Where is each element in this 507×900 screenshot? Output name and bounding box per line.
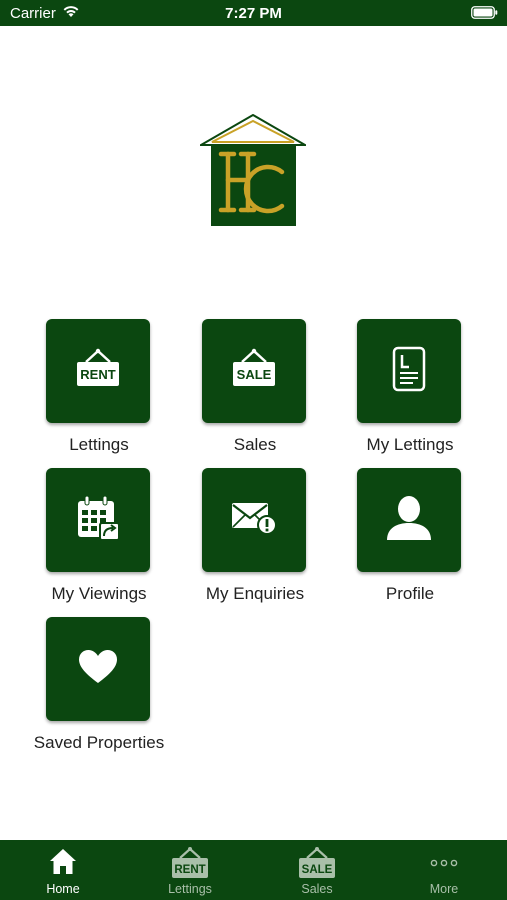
my-viewings-tile-button[interactable]	[46, 468, 150, 572]
menu-item-saved-properties[interactable]: Saved Properties	[34, 617, 164, 752]
sale-sign-icon: SALE	[297, 846, 337, 885]
profile-tile-button[interactable]	[357, 468, 461, 572]
home-icon	[48, 846, 78, 881]
menu-item-label: Profile	[385, 584, 435, 603]
menu-item-lettings[interactable]: RENT Lettings	[46, 319, 152, 454]
tab-home[interactable]: Home	[0, 840, 126, 900]
tab-lettings[interactable]: RENT Lettings	[127, 840, 253, 900]
menu-item-label: Saved Properties	[33, 733, 165, 752]
status-bar: Carrier 7:27 PM	[0, 0, 507, 26]
menu-item-my-enquiries[interactable]: My Enquiries	[202, 468, 308, 603]
my-enquiries-tile-button[interactable]	[202, 468, 306, 572]
saved-properties-tile-button[interactable]	[46, 617, 150, 721]
rent-sign-icon: RENT	[170, 846, 210, 885]
svg-text:SALE: SALE	[302, 864, 333, 876]
heart-icon	[78, 649, 118, 690]
menu-item-my-viewings[interactable]: My Viewings	[46, 468, 152, 603]
menu-item-my-lettings[interactable]: My Lettings	[357, 319, 463, 454]
tab-label: Lettings	[168, 882, 212, 896]
app-logo	[197, 113, 309, 227]
svg-text:SALE: SALE	[237, 367, 272, 382]
tab-label: Home	[46, 882, 80, 896]
tab-label: More	[429, 882, 459, 896]
person-icon	[385, 494, 433, 547]
sale-sign-icon: SALE	[230, 348, 278, 395]
envelope-alert-icon	[230, 500, 278, 541]
tab-bar: Home RENT Lettings SALE Sales More	[0, 840, 507, 900]
sales-tile-button[interactable]: SALE	[202, 319, 306, 423]
my-lettings-tile-button[interactable]	[357, 319, 461, 423]
document-icon	[391, 345, 427, 398]
clock: 7:27 PM	[225, 5, 282, 22]
tab-label: Sales	[301, 882, 333, 896]
battery-icon	[471, 6, 498, 24]
svg-text:RENT: RENT	[80, 367, 115, 382]
tab-sales[interactable]: SALE Sales	[254, 840, 380, 900]
tab-more[interactable]: More	[381, 840, 507, 900]
menu-item-profile[interactable]: Profile	[357, 468, 463, 603]
more-dots-icon	[430, 855, 458, 873]
lettings-tile-button[interactable]: RENT	[46, 319, 150, 423]
calendar-share-icon	[74, 494, 122, 547]
rent-sign-icon: RENT	[74, 348, 122, 395]
svg-text:RENT: RENT	[174, 864, 205, 876]
menu-item-sales[interactable]: SALE Sales	[202, 319, 308, 454]
menu-item-label: My Lettings	[366, 435, 454, 454]
